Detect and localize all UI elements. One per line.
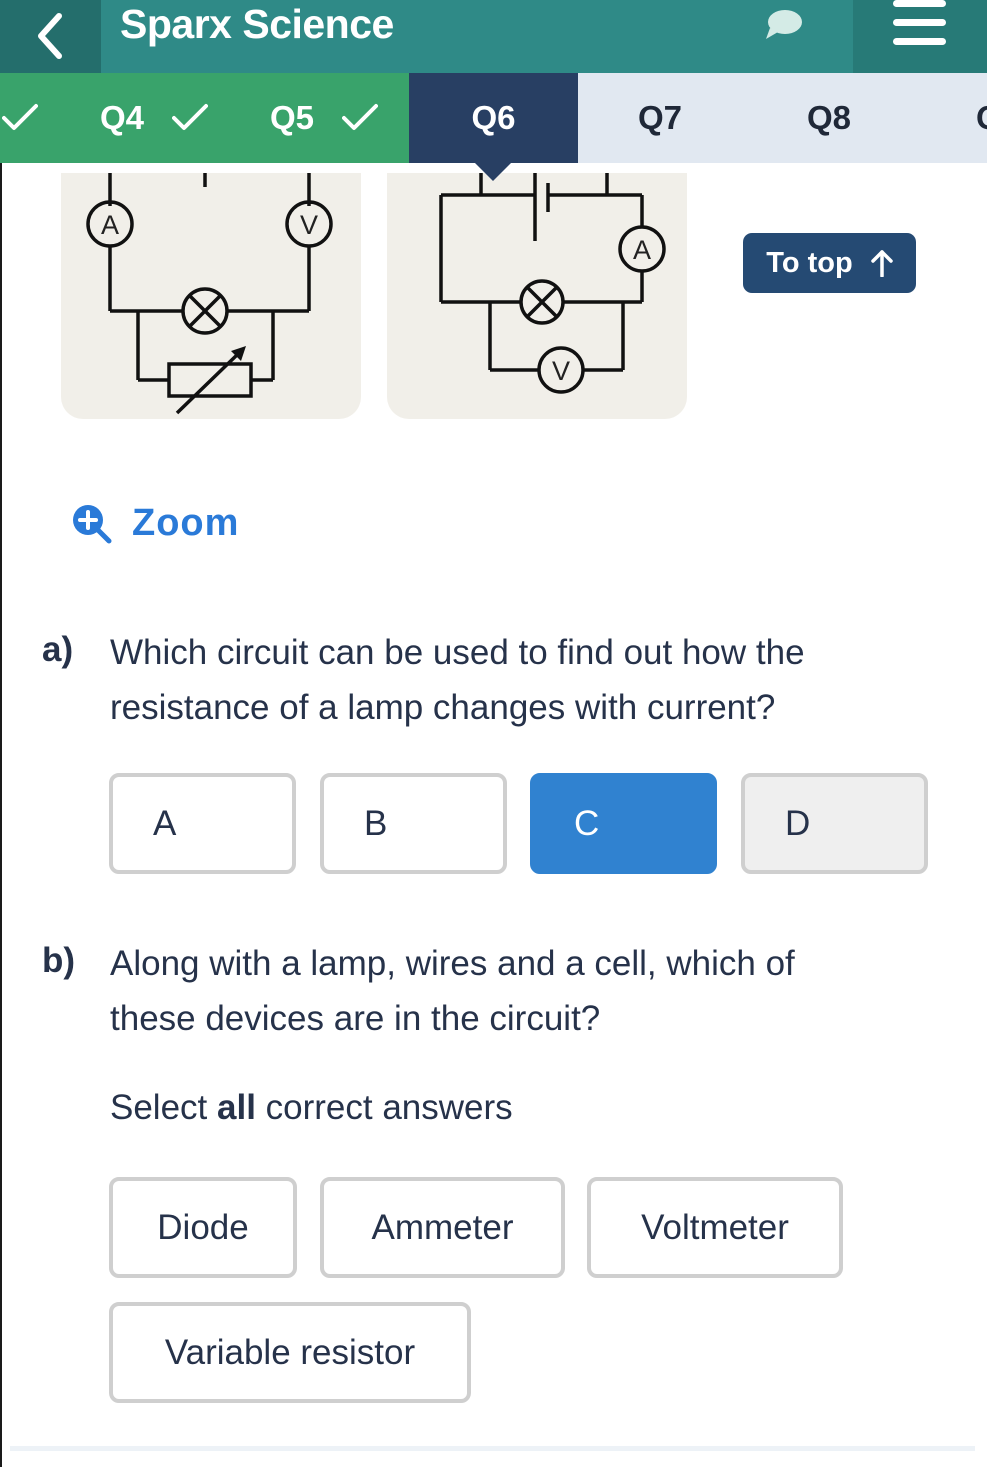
question-a-text: Which circuit can be used to find out ho…	[110, 633, 805, 727]
option-ammeter-label: Ammeter	[371, 1207, 514, 1247]
question-a-part: a)	[42, 630, 74, 669]
to-top-label: To top	[766, 246, 853, 279]
instruction-post: correct answers	[255, 1088, 513, 1127]
circuit-c-drawing: A V	[86, 173, 333, 415]
bottom-divider	[10, 1446, 975, 1451]
tab-q7[interactable]: Q7	[638, 73, 682, 163]
question-b-part: b)	[42, 941, 76, 980]
back-button[interactable]	[0, 0, 101, 73]
option-voltmeter[interactable]: Voltmeter	[587, 1177, 843, 1278]
option-variable-resistor-label: Variable resistor	[164, 1332, 416, 1372]
voltmeter-label: V	[552, 356, 570, 386]
app-title: Sparx Science	[120, 1, 394, 47]
zoom-label: Zoom	[132, 501, 240, 544]
circuit-d-drawing: A V	[439, 173, 666, 394]
ammeter-label: A	[633, 235, 651, 265]
app-header: Sparx Science	[0, 0, 987, 73]
check-icon	[342, 104, 378, 130]
instruction-bold: all	[217, 1088, 256, 1127]
voltmeter-label: V	[300, 210, 318, 240]
to-top-button[interactable]: To top	[743, 233, 916, 293]
left-frame-edge	[0, 163, 2, 1467]
option-diode[interactable]: Diode	[109, 1177, 297, 1278]
option-variable-resistor[interactable]: Variable resistor	[109, 1302, 471, 1403]
option-d[interactable]: D	[741, 773, 928, 874]
chevron-left-icon	[37, 12, 62, 59]
question-tabs: Q4 Q5 Q6 Q7 Q8 Q	[0, 73, 987, 163]
check-icon	[2, 104, 38, 130]
option-voltmeter-label: Voltmeter	[641, 1207, 789, 1247]
speech-bubble-icon	[766, 10, 802, 39]
option-b[interactable]: B	[320, 773, 507, 874]
check-icon	[172, 104, 208, 130]
option-b-label: B	[364, 803, 388, 843]
tab-q9[interactable]: Q	[976, 73, 987, 163]
tab-q6[interactable]: Q6	[409, 73, 578, 163]
ammeter-label: A	[101, 210, 119, 240]
question-b-instruction: Select all correct answers	[110, 1088, 513, 1128]
option-c-selected[interactable]: C	[530, 773, 717, 874]
tab-q8[interactable]: Q8	[807, 73, 851, 163]
tab-q4[interactable]: Q4	[100, 73, 144, 163]
circuit-diagram-c[interactable]: A V	[61, 173, 361, 419]
instruction-pre: Select	[110, 1088, 217, 1127]
option-a[interactable]: A	[109, 773, 296, 874]
option-d-label: D	[785, 803, 811, 843]
circuit-diagram-d[interactable]: A V	[387, 173, 687, 419]
arrow-up-icon	[870, 250, 893, 277]
question-b-text: Along with a lamp, wires and a cell, whi…	[110, 944, 795, 1038]
current-tab-pointer	[475, 163, 511, 181]
option-ammeter[interactable]: Ammeter	[320, 1177, 565, 1278]
zoom-in-icon	[73, 505, 112, 544]
menu-button[interactable]	[853, 0, 987, 73]
option-a-label: A	[153, 803, 177, 843]
hamburger-menu-icon	[893, 0, 946, 45]
option-diode-label: Diode	[157, 1207, 249, 1247]
tab-q5[interactable]: Q5	[270, 73, 314, 163]
option-c-label: C	[574, 803, 600, 843]
zoom-link[interactable]: Zoom	[70, 500, 239, 546]
chat-button[interactable]	[762, 4, 804, 42]
